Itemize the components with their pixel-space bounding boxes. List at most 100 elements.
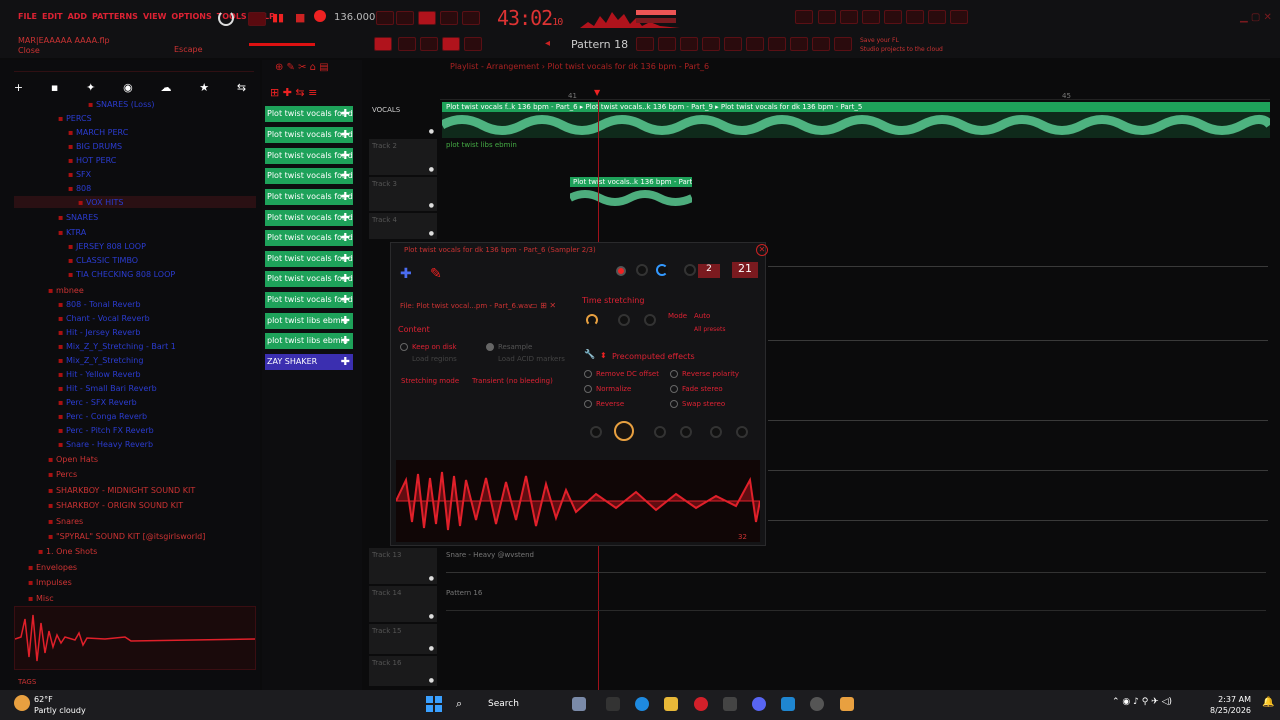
channel-route-icon[interactable]: ✚ — [341, 128, 350, 141]
track-mute-icon[interactable]: ● — [429, 230, 434, 237]
window-button-3[interactable] — [680, 37, 698, 51]
file-explorer-icon[interactable] — [664, 697, 678, 711]
window-button-10[interactable] — [834, 37, 852, 51]
resample-radio[interactable] — [486, 343, 494, 351]
window-button-8[interactable] — [790, 37, 808, 51]
browser-tree-item[interactable]: ▪ JERSEY 808 LOOP — [68, 242, 146, 251]
channel-button[interactable]: Plot twist vocals for dk 136 bpm✚ — [265, 127, 353, 143]
window-button-9[interactable] — [812, 37, 830, 51]
track-mute-icon[interactable]: ● — [429, 128, 434, 135]
channel-button[interactable]: Plot twist vocals for dk 136 bpm✚ — [265, 106, 353, 122]
channel-route-icon[interactable]: ✚ — [341, 211, 350, 224]
browser-tree-item[interactable]: ▪ SFX — [68, 170, 91, 179]
tool-button-4[interactable] — [440, 11, 458, 25]
plugin-volume-knob[interactable] — [656, 264, 668, 276]
tool-button-13[interactable] — [950, 10, 968, 24]
pattern-selector[interactable]: Pattern 18 — [571, 38, 628, 51]
fl-studio-icon[interactable] — [840, 697, 854, 711]
tool-button-5[interactable] — [462, 11, 480, 25]
view-button-1[interactable] — [374, 37, 392, 51]
browser-tab-0[interactable]: + — [14, 81, 23, 94]
opera-icon[interactable] — [694, 697, 708, 711]
fx-knob-2[interactable] — [614, 421, 634, 441]
channel-route-icon[interactable]: ✚ — [341, 293, 350, 306]
plugin-close-icon[interactable]: ✕ — [756, 244, 768, 256]
menu-item-patterns[interactable]: PATTERNS — [92, 12, 138, 21]
vocals-clip-header[interactable]: Plot twist vocals f..k 136 bpm - Part_6 … — [442, 102, 1270, 112]
tool-button-1[interactable] — [376, 11, 394, 25]
timeline-ruler[interactable] — [440, 88, 1270, 100]
browser-tree-item[interactable]: ▪ VOX HITS — [78, 198, 123, 207]
pattern-song-toggle[interactable] — [248, 12, 266, 26]
tool-button-12[interactable] — [928, 10, 946, 24]
chrome-icon[interactable] — [810, 697, 824, 711]
channel-route-icon[interactable]: ✚ — [341, 252, 350, 265]
view-button-3[interactable] — [420, 37, 438, 51]
browser-tree-item[interactable]: ▪ 808 — [68, 184, 91, 193]
browser-tree-item[interactable]: ▪ Snare - Heavy Reverb — [58, 440, 153, 449]
window-button-5[interactable] — [724, 37, 742, 51]
plugin-wrapper-icon[interactable]: ✚ — [400, 266, 412, 282]
track-header[interactable]: VOCALS ● — [369, 103, 437, 137]
edge-icon[interactable] — [635, 697, 649, 711]
news-panel[interactable]: Save your FL Studio projects to the cloud — [860, 36, 943, 54]
channel-button[interactable]: ZAY SHAKER ✚ — [265, 354, 353, 370]
all-presets-label[interactable]: All presets — [694, 326, 725, 333]
channel-button[interactable]: plot twist libs ebmin ✚ — [265, 313, 353, 329]
channel-route-icon[interactable]: ✚ — [341, 272, 350, 285]
browser-tree-item[interactable]: ▪ KTRA — [58, 228, 86, 237]
browser-tree-item[interactable]: ▪ mbnee — [48, 286, 84, 295]
sampler-waveform[interactable] — [395, 460, 761, 542]
track-mute-icon[interactable]: ● — [429, 166, 434, 173]
fx-radio[interactable] — [670, 370, 678, 378]
weather-widget[interactable]: 62°F Partly cloudy — [34, 694, 86, 716]
tool-button-11[interactable] — [906, 10, 924, 24]
channel-button[interactable]: Plot twist vocals for dk 136 bpm✚ — [265, 210, 353, 226]
channel-button[interactable]: Plot twist vocals for dk 136 bpm✚ — [265, 168, 353, 184]
channel-route-icon[interactable]: ✚ — [341, 107, 350, 120]
channel-button[interactable]: Plot twist vocals for dk 136 bpm✚ — [265, 148, 353, 164]
stretch-mul-knob[interactable] — [618, 314, 630, 326]
track-mute-icon[interactable]: ● — [429, 613, 434, 620]
record-icon[interactable] — [314, 10, 326, 22]
window-controls[interactable]: ▁ ▢ ✕ — [1240, 12, 1272, 23]
browser-tree-item[interactable]: ▪ HOT PERC — [68, 156, 116, 165]
discord-icon[interactable] — [752, 697, 766, 711]
precomputed-expand-icon[interactable]: ⬍ — [600, 351, 607, 360]
browser-tree-item[interactable]: ▪ SNARES — [58, 213, 98, 222]
stop-icon[interactable]: ■ — [295, 11, 305, 24]
window-button-7[interactable] — [768, 37, 786, 51]
tempo-display[interactable]: 136.000 — [334, 12, 375, 23]
browser-search[interactable] — [14, 62, 254, 72]
fx-knob-1[interactable] — [590, 426, 602, 438]
browser-tab-1[interactable]: ▪ — [51, 81, 58, 94]
browser-tab-5[interactable]: ★ — [199, 81, 209, 94]
channel-route-icon[interactable]: ✚ — [341, 355, 350, 368]
plugin-pitch-knob[interactable] — [684, 264, 696, 276]
pattern16-clip[interactable]: Pattern 16 — [446, 589, 482, 597]
plugin-tool-icon[interactable]: ✎ — [430, 266, 442, 282]
tool-button-7[interactable] — [818, 10, 836, 24]
browser-waveform-preview[interactable] — [14, 606, 256, 670]
browser-tree-item[interactable]: ▪ Open Hats — [48, 455, 98, 464]
browser-tree-item[interactable]: ▪ BIG DRUMS — [68, 142, 122, 151]
track-mute-icon[interactable]: ● — [429, 677, 434, 684]
menu-item-view[interactable]: VIEW — [143, 12, 166, 21]
tool-button-2[interactable] — [396, 11, 414, 25]
menu-item-options[interactable]: OPTIONS — [171, 12, 211, 21]
fx-radio[interactable] — [670, 400, 678, 408]
master-volume-slider[interactable] — [249, 43, 315, 46]
stretch-pitch-knob[interactable] — [586, 314, 598, 326]
plugin-file[interactable]: File: Plot twist vocal...pm - Part_6.wav — [400, 302, 532, 310]
browser-tree-item[interactable]: ▪ SNARES (Loss) — [88, 100, 155, 109]
fx-knob-3[interactable] — [654, 426, 666, 438]
browser-tree-item[interactable]: ▪ Perc - Pitch FX Reverb — [58, 426, 154, 435]
track-header[interactable]: Track 3 ● — [369, 177, 437, 211]
view-button-2[interactable] — [398, 37, 416, 51]
channel-route-icon[interactable]: ✚ — [341, 190, 350, 203]
browser-tree-item[interactable]: ▪ TIA CHECKING 808 LOOP — [68, 270, 175, 279]
browser-tree-item[interactable]: ▪ Mix_Z_Y_Stretching — [58, 356, 143, 365]
browser-tree-item[interactable]: ▪ Perc - SFX Reverb — [58, 398, 137, 407]
track-mute-icon[interactable]: ● — [429, 202, 434, 209]
browser-tree-item[interactable]: ▪ Perc - Conga Reverb — [58, 412, 147, 421]
